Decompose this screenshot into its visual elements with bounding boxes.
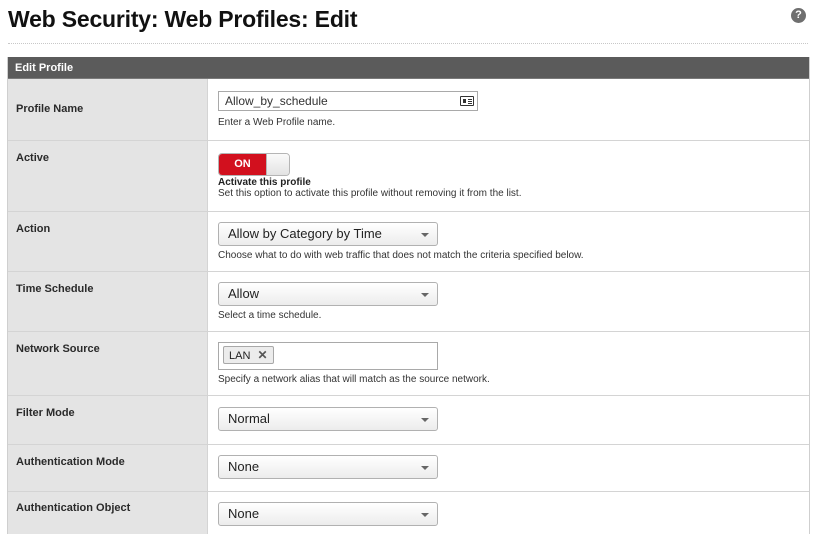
filter-mode-select-value: Normal (228, 411, 270, 426)
action-hint: Choose what to do with web traffic that … (218, 250, 584, 261)
filter-mode-select[interactable]: Normal (218, 407, 438, 431)
network-source-tag: LAN ✕ (223, 346, 274, 364)
authentication-mode-select[interactable]: None (218, 455, 438, 479)
profile-name-label: Profile Name (8, 79, 208, 140)
chevron-down-icon (421, 233, 429, 237)
action-select-value: Allow by Category by Time (228, 226, 382, 241)
remove-tag-icon[interactable]: ✕ (257, 348, 267, 362)
authentication-object-select-value: None (228, 506, 260, 521)
profile-name-value: Allow_by_schedule (225, 94, 328, 108)
edit-profile-panel: Edit Profile Profile Name Allow_by_sched… (7, 57, 810, 534)
profile-name-hint: Enter a Web Profile name. (218, 117, 336, 128)
row-time-schedule: Time Schedule Allow Select a time schedu… (8, 272, 809, 332)
chevron-down-icon (421, 513, 429, 517)
active-toggle[interactable]: ON (218, 153, 290, 176)
help-icon[interactable]: ? (791, 8, 806, 23)
active-hint: Set this option to activate this profile… (218, 188, 522, 199)
authentication-mode-select-value: None (228, 459, 260, 474)
profile-name-input[interactable]: Allow_by_schedule (218, 91, 478, 111)
authentication-object-label: Authentication Object (8, 492, 208, 534)
page-title: Web Security: Web Profiles: Edit (8, 6, 358, 32)
active-title: Activate this profile (218, 177, 311, 188)
panel-header: Edit Profile (8, 57, 809, 79)
network-source-input[interactable]: LAN ✕ (218, 342, 438, 370)
time-schedule-select-value: Allow (228, 286, 260, 301)
time-schedule-label: Time Schedule (8, 272, 208, 331)
title-divider (8, 43, 808, 44)
row-authentication-object: Authentication Object None (8, 492, 809, 534)
network-source-hint: Specify a network alias that will match … (218, 374, 490, 385)
filter-mode-label: Filter Mode (8, 396, 208, 444)
toggle-on-label: ON (219, 154, 266, 175)
time-schedule-select[interactable]: Allow (218, 282, 438, 306)
row-action: Action Allow by Category by Time Choose … (8, 212, 809, 272)
chevron-down-icon (421, 293, 429, 297)
row-active: Active ON Activate this profile Set this… (8, 141, 809, 212)
authentication-mode-label: Authentication Mode (8, 445, 208, 491)
tag-label: LAN (229, 350, 251, 362)
contact-card-icon[interactable] (460, 96, 474, 106)
row-network-source: Network Source LAN ✕ Specify a network a… (8, 332, 809, 396)
row-authentication-mode: Authentication Mode None (8, 445, 809, 492)
authentication-object-select[interactable]: None (218, 502, 438, 526)
row-profile-name: Profile Name Allow_by_schedule Enter a W… (8, 79, 809, 141)
time-schedule-hint: Select a time schedule. (218, 310, 322, 321)
chevron-down-icon (421, 466, 429, 470)
network-source-label: Network Source (8, 332, 208, 395)
active-label: Active (8, 141, 208, 211)
toggle-handle (266, 154, 289, 175)
action-select[interactable]: Allow by Category by Time (218, 222, 438, 246)
action-label: Action (8, 212, 208, 271)
row-filter-mode: Filter Mode Normal (8, 396, 809, 445)
chevron-down-icon (421, 418, 429, 422)
